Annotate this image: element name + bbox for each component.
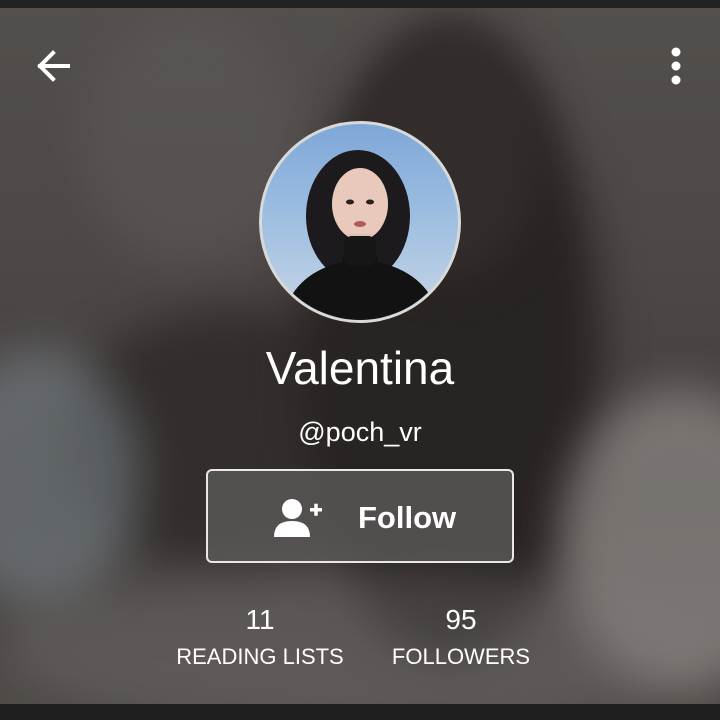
more-vertical-icon bbox=[671, 47, 681, 85]
add-user-icon bbox=[274, 499, 322, 537]
profile-display-name: Valentina bbox=[265, 342, 455, 394]
avatar-photo bbox=[282, 150, 440, 320]
follow-button[interactable]: Follow bbox=[206, 469, 514, 563]
avatar[interactable] bbox=[259, 121, 461, 323]
followers-count: 95 bbox=[445, 604, 477, 635]
more-options-button[interactable] bbox=[652, 40, 700, 92]
stat-followers[interactable]: 95 FOLLOWERS bbox=[380, 600, 542, 672]
back-button[interactable] bbox=[30, 42, 78, 90]
arrow-left-icon bbox=[37, 50, 70, 82]
followers-label: FOLLOWERS bbox=[391, 644, 531, 669]
reading-lists-label: READING LISTS bbox=[176, 644, 344, 669]
follow-label: Follow bbox=[358, 500, 457, 535]
status-bar bbox=[0, 0, 720, 8]
profile-screen: Valentina @poch_vr Follow 11 READING LIS… bbox=[0, 0, 720, 720]
navigation-bar bbox=[0, 704, 720, 720]
stat-reading-lists[interactable]: 11 READING LISTS bbox=[160, 600, 360, 672]
profile-username: @poch_vr bbox=[298, 417, 422, 447]
reading-lists-count: 11 bbox=[245, 604, 275, 635]
